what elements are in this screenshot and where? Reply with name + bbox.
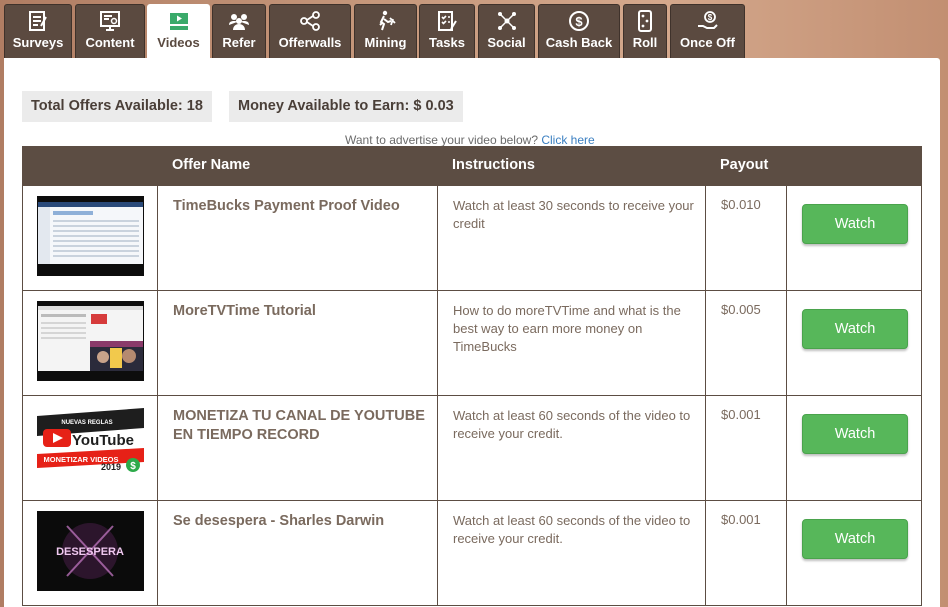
offer-payout: $0.005	[721, 302, 761, 317]
table-row: NUEVAS REGLAS YouTube MONETIZAR VIDEOS 2…	[22, 396, 922, 501]
videos-panel: Total Offers Available: 18 Money Availab…	[4, 58, 940, 607]
watch-button[interactable]: Watch	[802, 204, 908, 244]
tab-label: Roll	[632, 35, 658, 50]
tab-roll[interactable]: Roll	[623, 4, 667, 58]
clipboard-icon	[29, 11, 47, 31]
tab-refer[interactable]: Refer	[212, 4, 266, 58]
svg-text:$: $	[575, 14, 583, 29]
thumb-brand: YouTube	[72, 432, 134, 449]
users-icon	[229, 14, 249, 30]
header-instructions: Instructions	[452, 157, 535, 173]
watch-button[interactable]: Watch	[802, 309, 908, 349]
tab-label: Videos	[157, 35, 200, 50]
total-offers-badge: Total Offers Available: 18	[22, 91, 212, 122]
tab-label: Mining	[364, 35, 407, 50]
tab-offerwalls[interactable]: Offerwalls	[269, 4, 351, 58]
svg-text:$: $	[707, 13, 712, 22]
table-row: TimeBucks Payment Proof Video Watch at l…	[22, 186, 922, 291]
tab-label: Once Off	[680, 35, 735, 50]
video-thumbnail[interactable]: NUEVAS REGLAS YouTube MONETIZAR VIDEOS 2…	[37, 406, 144, 486]
task-list-icon	[438, 11, 457, 31]
offer-instructions: Watch at least 30 seconds to receive you…	[453, 198, 694, 231]
thumb-top-text: NUEVAS REGLAS	[61, 420, 112, 426]
dice-icon	[638, 10, 652, 32]
dollar-cycle-icon: $	[569, 11, 589, 31]
monitor-icon	[100, 11, 120, 31]
advertise-text: Want to advertise your video below?	[345, 133, 538, 147]
coin-hand-icon: $	[697, 11, 718, 29]
offer-instructions: Watch at least 60 seconds of the video t…	[453, 513, 691, 546]
tab-label: Tasks	[429, 35, 465, 50]
tab-mining[interactable]: Mining	[354, 4, 417, 58]
share-nodes-icon	[300, 11, 320, 31]
table-header: Offer Name Instructions Payout	[22, 146, 922, 186]
tab-label: Surveys	[12, 35, 64, 50]
tab-cash-back[interactable]: $ Cash Back	[538, 4, 620, 58]
tab-content[interactable]: Content	[75, 4, 145, 58]
tab-label: Social	[487, 35, 526, 50]
offer-name: Se desespera - Sharles Darwin	[173, 513, 385, 529]
offer-name: TimeBucks Payment Proof Video	[173, 198, 400, 214]
tab-label: Refer	[222, 35, 256, 50]
tab-label: Offerwalls	[278, 35, 342, 50]
video-thumbnail[interactable]	[37, 301, 144, 381]
offer-instructions: How to do moreTVTime and what is the bes…	[453, 303, 681, 354]
advertise-link[interactable]: Click here	[541, 133, 594, 147]
pickaxe-icon	[378, 10, 396, 31]
offer-name: MoreTVTime Tutorial	[173, 303, 316, 319]
offers-table: Offer Name Instructions Payout TimeBucks…	[22, 146, 922, 606]
offer-payout: $0.001	[721, 407, 761, 422]
video-icon	[169, 13, 188, 30]
header-offer-name: Offer Name	[172, 157, 251, 173]
table-row: DESESPERA Se desespera - Sharles Darwin …	[22, 501, 922, 606]
tab-tasks[interactable]: Tasks	[419, 4, 475, 58]
tab-label: Content	[85, 35, 135, 50]
money-available-badge: Money Available to Earn: $ 0.03	[229, 91, 463, 122]
tab-social[interactable]: Social	[478, 4, 535, 58]
tab-surveys[interactable]: Surveys	[4, 4, 72, 58]
table-row: MoreTVTime Tutorial How to do moreTVTime…	[22, 291, 922, 396]
watch-button[interactable]: Watch	[802, 519, 908, 559]
thumb-title: DESESPERA	[56, 546, 124, 558]
header-payout: Payout	[720, 157, 769, 173]
offer-instructions: Watch at least 60 seconds of the video t…	[453, 408, 691, 441]
offer-payout: $0.001	[721, 512, 761, 527]
watch-button[interactable]: Watch	[802, 414, 908, 454]
tab-videos[interactable]: Videos	[147, 4, 210, 60]
video-thumbnail[interactable]	[37, 196, 144, 276]
tab-once-off[interactable]: $ Once Off	[670, 4, 745, 58]
offer-name: MONETIZA TU CANAL DE YOUTUBE EN TIEMPO R…	[173, 408, 425, 443]
thumb-badge: $	[130, 461, 136, 472]
advertise-notice: Want to advertise your video below? Clic…	[345, 133, 595, 147]
network-icon	[497, 12, 516, 30]
tab-label: Cash Back	[545, 35, 613, 50]
video-thumbnail[interactable]: DESESPERA	[37, 511, 144, 591]
offer-payout: $0.010	[721, 197, 761, 212]
thumb-year: 2019	[101, 462, 121, 472]
